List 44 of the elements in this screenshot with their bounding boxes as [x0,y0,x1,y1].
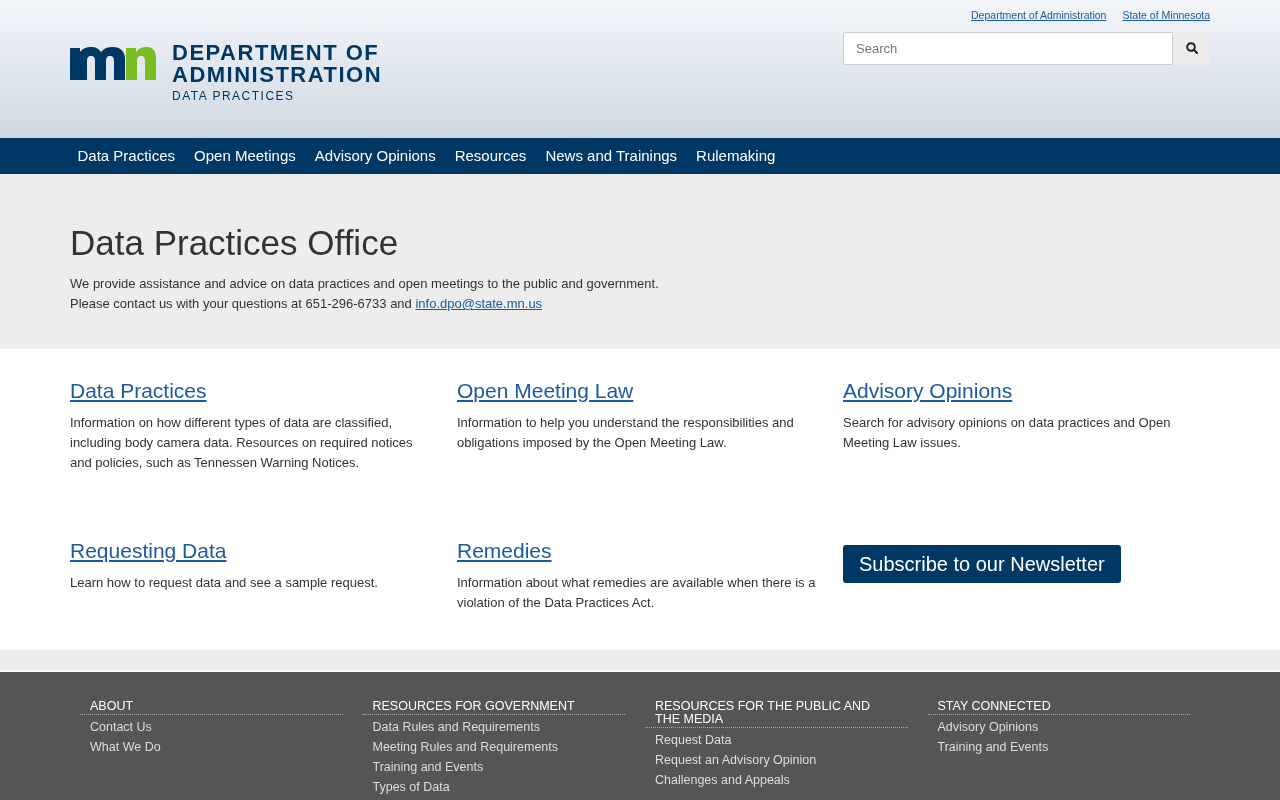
footer-link[interactable]: Meeting Rules and Requirements [362,737,625,757]
nav-link[interactable]: News and Trainings [535,138,687,174]
card-link[interactable]: Data Practices [70,379,207,402]
card-description: Search for advisory opinions on data practices and Open Meeting Law issues. [843,413,1172,452]
subscribe-button[interactable]: Subscribe to our Newsletter [843,545,1121,583]
footer-link[interactable]: Data Rules and Requirements [362,717,625,737]
nav-link[interactable]: Open Meetings [184,138,306,174]
footer-link[interactable]: Types of Data [362,777,625,797]
search-button[interactable] [1173,31,1210,65]
footer-heading: RESOURCES FOR THE PUBLIC AND THE MEDIA [645,700,908,728]
footer-link[interactable]: Request an Advisory Opinion [645,750,908,770]
nav-link[interactable]: Rulemaking [686,138,785,174]
nav-link[interactable]: Advisory Opinions [305,138,446,174]
footer-heading: ABOUT [80,700,343,715]
card-description: Information on how different types of data are classified, including body camera data. Resources on required notices and policies, such as Tennessen Warning Notices. [70,413,414,472]
logo-title: ADMINISTRATION [172,64,383,86]
top-link[interactable]: State of Minnesota [1122,8,1210,24]
card-link[interactable]: Remedies [457,539,552,562]
email-link[interactable]: info.dpo@state.mn.us [415,296,543,311]
search-icon [1185,42,1198,55]
card-link[interactable]: Advisory Opinions [843,379,1013,402]
footer-link[interactable]: What We Do [80,737,343,757]
nav-link[interactable]: Data Practices [68,138,185,174]
card-description: Learn how to request data and see a sample request. [70,573,379,592]
card-link[interactable]: Open Meeting Law [457,379,634,402]
nav-link[interactable]: Resources [445,138,536,174]
logo-title: DEPARTMENT OF [172,42,381,64]
intro-text: We provide assistance and advice on data practices and open meetings to the public and government. [70,275,660,293]
footer-link[interactable]: Request Data [645,730,908,750]
footer-link[interactable]: Training and Events [362,757,625,777]
card-description: Information about what remedies are available when there is a violation of the Data Practices Act. [457,573,817,612]
footer-heading: RESOURCES FOR GOVERNMENT [362,700,625,715]
card-description: Information to help you understand the responsibilities and obligations imposed by the Open Meeting Law. [457,413,795,452]
contact-text: Please contact us with your questions at 651-296-6733 and [70,296,413,311]
footer-link[interactable]: Training and Events [927,737,1190,757]
card-link[interactable]: Requesting Data [70,539,227,562]
top-link[interactable]: Department of Administration [971,8,1107,24]
footer-heading: STAY CONNECTED [927,700,1190,715]
logo-subtitle: DATA PRACTICES [172,90,296,102]
footer-link[interactable]: Challenges and Appeals [645,770,908,790]
page-title: Data Practices Office [70,222,400,264]
footer-link[interactable]: Contact Us [80,717,343,737]
footer-link[interactable]: Advisory Opinions [927,717,1190,737]
search-field[interactable]: Search [843,31,1173,65]
